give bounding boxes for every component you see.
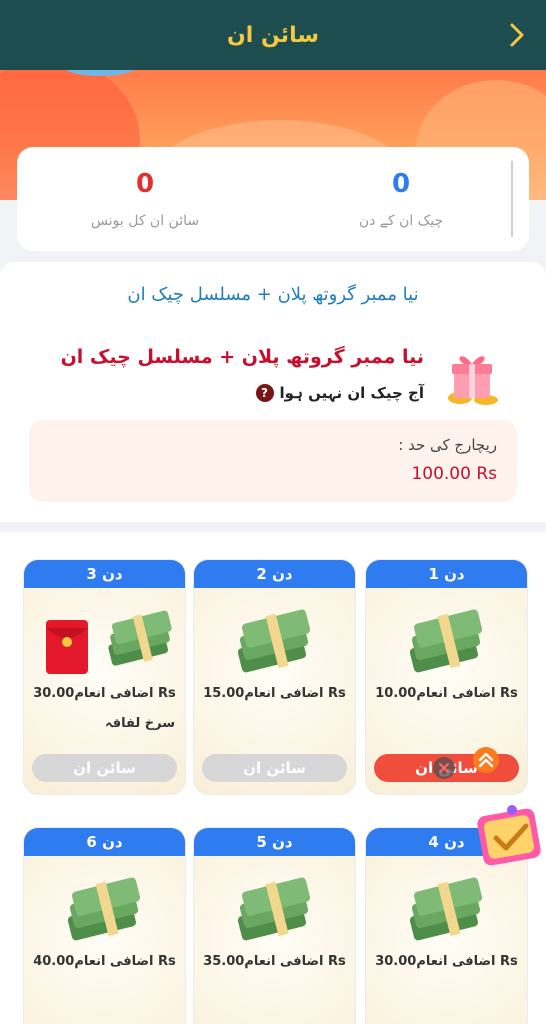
money-stack-icon [409,877,483,941]
day-body: اضافی انعام35.00 Rs [194,856,355,1024]
stat-days-label: چیک ان کے دن [358,213,444,229]
chevron-right-icon[interactable] [502,20,532,50]
reward-amount: اضافی انعام15.00 Rs [203,686,346,701]
recharge-limit-box: ریچارج کی حد : 100.00 Rs [29,420,517,502]
day-card-6[interactable]: دن 6 اضافی انعام40.00 Rs [24,828,185,1024]
stats-card: 0 سائن ان کل بونس 0 چیک ان کے دن [17,147,529,251]
money-stack-icon [108,610,172,666]
plan-status-row: آج چیک ان نہیں ہوا ? [255,384,424,402]
day-body: اضافی انعام15.00 Rs سائن ان [194,588,355,794]
day-header: دن 3 [24,560,185,588]
day-header: دن 1 [366,560,527,588]
day-card-5[interactable]: دن 5 اضافی انعام35.00 Rs [194,828,355,1024]
stat-bonus-value: 0 [135,169,155,199]
day-header: دن 2 [194,560,355,588]
stat-bonus-label: سائن ان کل بونس [90,213,200,229]
money-stack-icon [67,877,141,941]
sign-in-button[interactable]: سائن ان [202,754,347,782]
plan-section: نیا ممبر گروتھ پلان + مسلسل چیک ان نیا م… [0,262,546,522]
day-body: اضافی انعام30.00 Rs سرخ لفافہ سائن ان [24,588,185,794]
day-header: دن 5 [194,828,355,856]
divider [511,161,513,237]
reward-amount: اضافی انعام10.00 Rs [375,686,518,701]
day-header: دن 6 [24,828,185,856]
plan-link[interactable]: نیا ممبر گروتھ پلان + مسلسل چیک ان [0,284,546,305]
reward-amount: اضافی انعام40.00 Rs [33,954,176,969]
stat-checkin-days: 0 چیک ان کے دن [273,147,529,251]
reward-extra: سرخ لفافہ [104,716,175,731]
trophy-badge-icon[interactable] [472,800,546,874]
day-card-2[interactable]: دن 2 اضافی انعام15.00 Rs سائن ان [194,560,355,794]
stat-days-value: 0 [391,169,411,199]
close-icon[interactable] [432,756,456,780]
red-envelope-icon [46,620,88,674]
reward-amount: اضافی انعام30.00 Rs [33,686,176,701]
top-bar: سائن ان [0,0,546,70]
reward-amount: اضافی انعام35.00 Rs [203,954,346,969]
arrow-up-icon[interactable] [472,746,500,774]
money-stack-icon [237,609,311,673]
days-grid: دن 3 اضافی انعام30.00 Rs سرخ لفافہ سائن … [0,532,546,1024]
reward-amount: اضافی انعام30.00 Rs [375,954,518,969]
day-body: اضافی انعام40.00 Rs [24,856,185,1024]
plan-title: نیا ممبر گروتھ پلان + مسلسل چیک ان [60,346,424,368]
plan-status: آج چیک ان نہیں ہوا [279,384,424,402]
page-title: سائن ان [227,22,319,48]
money-stack-icon [409,609,483,673]
money-stack-icon [237,877,311,941]
question-icon[interactable]: ? [255,384,274,402]
gift-box-icon [448,356,498,405]
limit-value: 100.00 Rs [411,464,497,484]
sign-in-button[interactable]: سائن ان [32,754,177,782]
stat-total-bonus: 0 سائن ان کل بونس [17,147,273,251]
limit-label: ریچارج کی حد : [398,436,497,454]
checkin-page: سائن ان 0 سائن ان کل بونس 0 چیک ان کے دن… [0,0,546,1024]
day-card-3[interactable]: دن 3 اضافی انعام30.00 Rs سرخ لفافہ سائن … [24,560,185,794]
day-body: اضافی انعام30.00 Rs [366,856,527,1024]
